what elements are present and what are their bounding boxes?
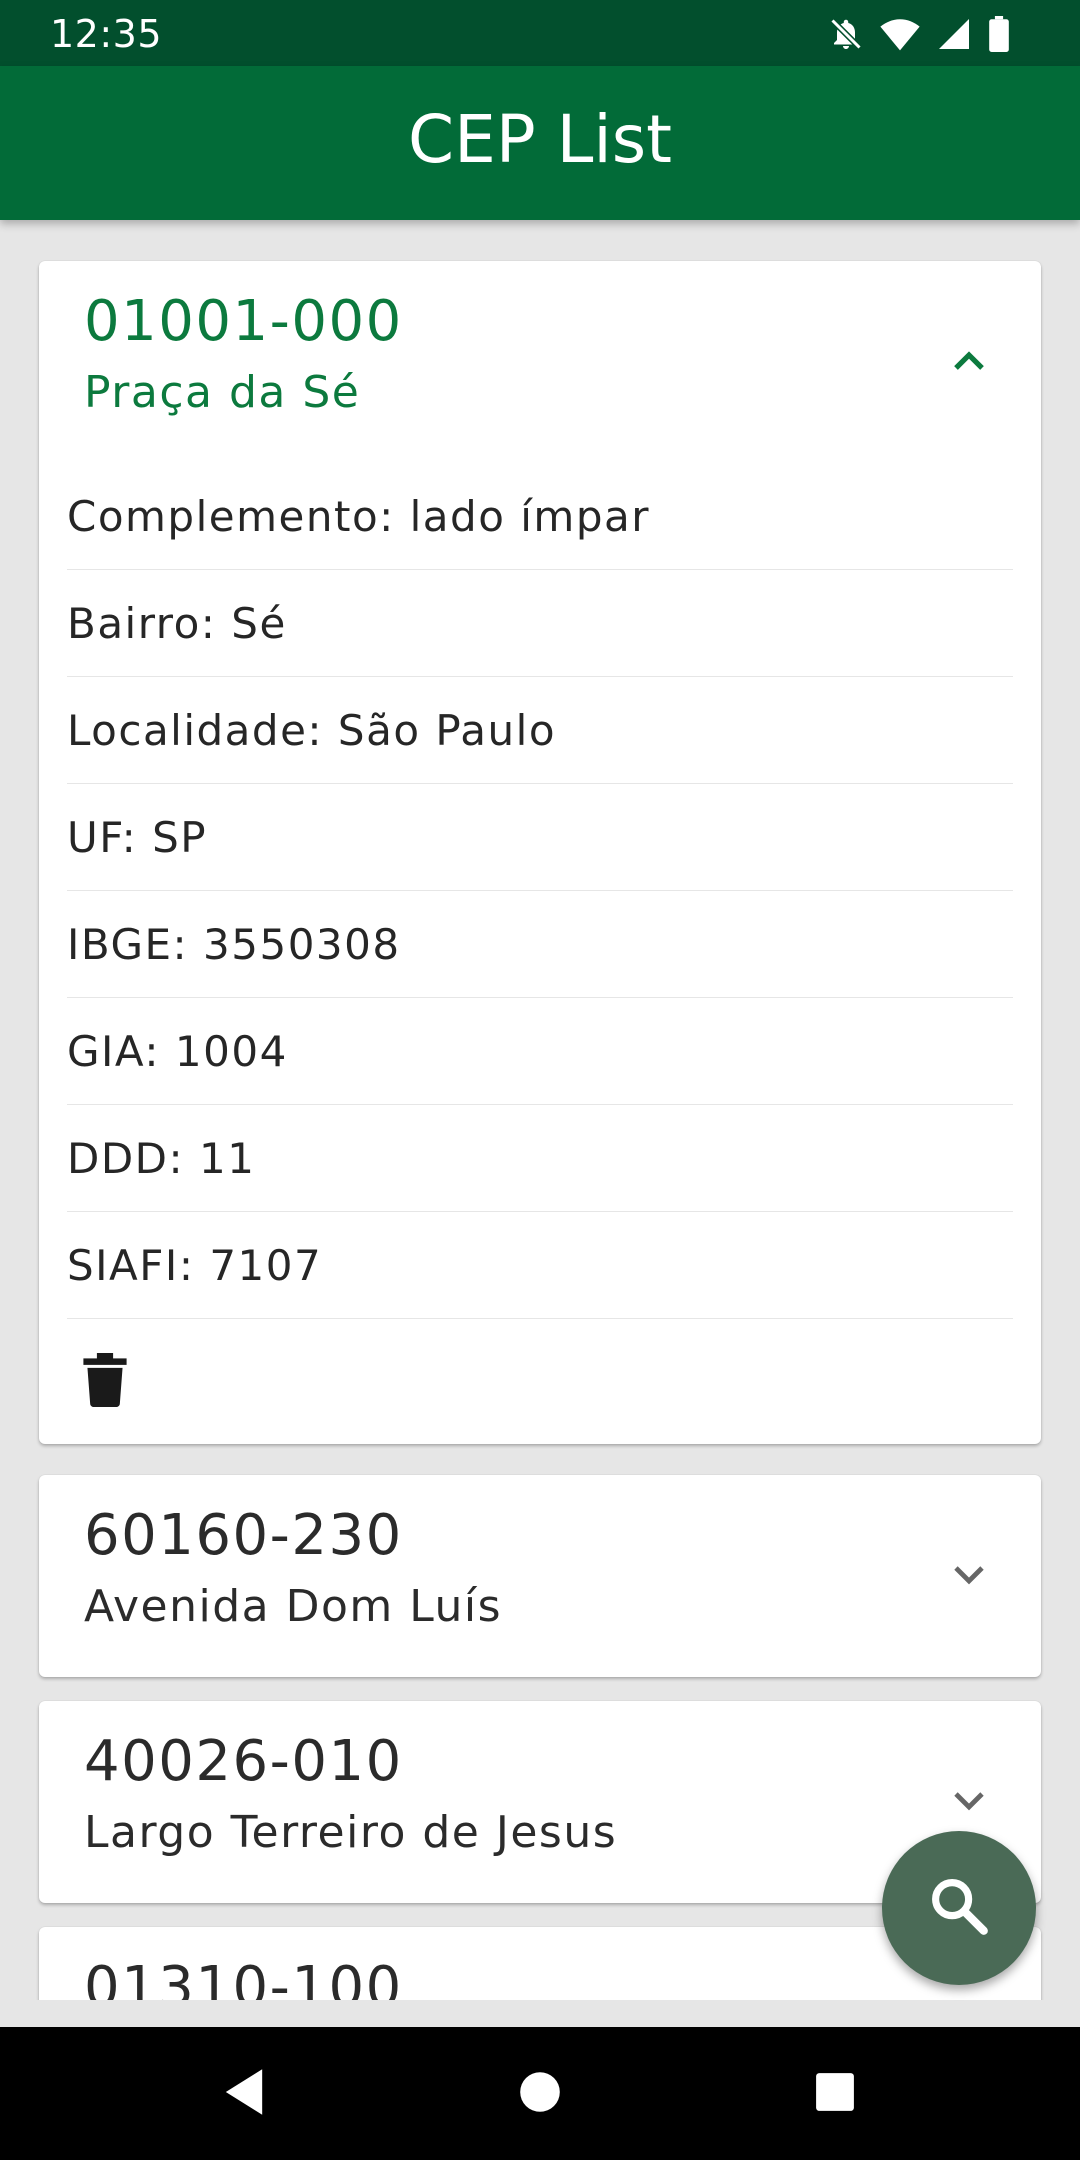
battery-icon xyxy=(988,16,1010,52)
cep-list[interactable]: 01001-000 Praça da Sé Complemento: lado … xyxy=(0,220,1080,2000)
chevron-up-icon[interactable] xyxy=(945,337,993,385)
street-name: Largo Terreiro de Jesus xyxy=(84,1807,618,1858)
app-bar: CEP List xyxy=(0,66,1080,220)
detail-siafi: SIAFI: 7107 xyxy=(67,1212,1013,1319)
cep-card: 01001-000 Praça da Sé Complemento: lado … xyxy=(39,261,1041,1444)
navigation-bar xyxy=(0,2027,1080,2160)
detail-complemento: Complemento: lado ímpar xyxy=(67,463,1013,570)
back-icon xyxy=(221,2067,267,2121)
cep-card[interactable]: 60160-230 Avenida Dom Luís xyxy=(39,1475,1041,1677)
cep-code: 40026-010 xyxy=(84,1729,403,1794)
detail-gia: GIA: 1004 xyxy=(67,998,1013,1105)
search-icon xyxy=(926,1873,992,1943)
cep-details: Complemento: lado ímpar Bairro: Sé Local… xyxy=(67,463,1013,1444)
street-name: Avenida Dom Luís xyxy=(84,1581,503,1632)
detail-localidade: Localidade: São Paulo xyxy=(67,677,1013,784)
cep-card-header[interactable]: 60160-230 Avenida Dom Luís xyxy=(39,1475,1041,1677)
delete-row xyxy=(67,1319,1013,1444)
cep-card-header[interactable]: 01001-000 Praça da Sé xyxy=(39,261,1041,463)
status-icons xyxy=(828,12,1010,56)
trash-icon[interactable] xyxy=(83,1352,127,1411)
recents-icon xyxy=(814,2071,856,2117)
recents-button[interactable] xyxy=(775,2027,895,2160)
signal-icon xyxy=(936,16,972,52)
detail-ibge: IBGE: 3550308 xyxy=(67,891,1013,998)
detail-bairro: Bairro: Sé xyxy=(67,570,1013,677)
cep-code: 60160-230 xyxy=(84,1503,403,1568)
chevron-down-icon[interactable] xyxy=(945,1551,993,1599)
cep-code: 01001-000 xyxy=(84,289,403,354)
wifi-icon xyxy=(880,16,920,52)
detail-ddd: DDD: 11 xyxy=(67,1105,1013,1212)
back-button[interactable] xyxy=(184,2027,304,2160)
cep-code: 01310-100 xyxy=(84,1955,403,2000)
status-bar: 12:35 xyxy=(0,0,1080,66)
status-time: 12:35 xyxy=(50,12,163,56)
home-button[interactable] xyxy=(480,2027,600,2160)
detail-uf: UF: SP xyxy=(67,784,1013,891)
home-icon xyxy=(518,2070,562,2118)
street-name: Praça da Sé xyxy=(84,367,361,418)
chevron-down-icon[interactable] xyxy=(945,1777,993,1825)
search-fab-button[interactable] xyxy=(882,1831,1036,1985)
app-title: CEP List xyxy=(408,101,672,178)
bell-off-icon xyxy=(828,16,864,52)
